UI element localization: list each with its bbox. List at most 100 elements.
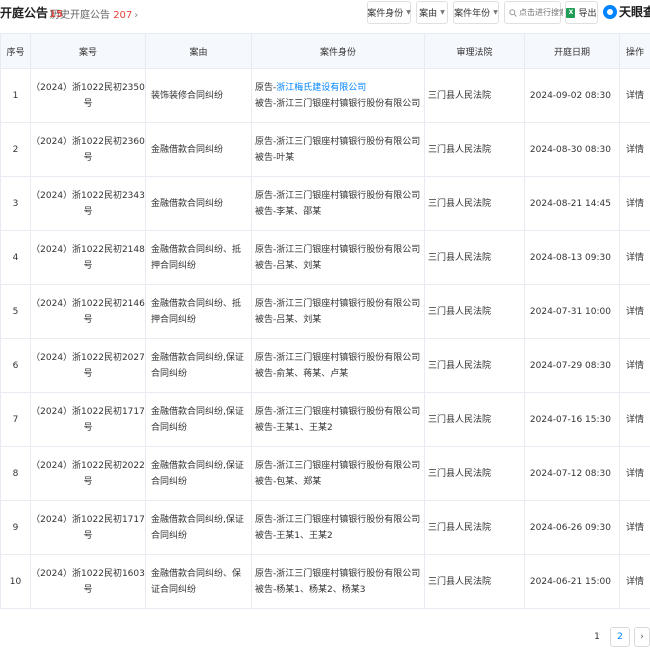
table-row: 4 （2024）浙1022民初2148号 金融借款合同纠纷、抵押合同纠纷 原告-浙江三… — [0, 230, 650, 285]
case-number-link[interactable]: （2024）浙1022民初2022号 — [30, 446, 146, 501]
case-parties: 原告-浙江三门银座村镇银行股份有限公司被告-俞某、蒋某、卢某 — [251, 338, 425, 393]
details-link[interactable]: 详情 — [619, 68, 650, 123]
row-number: 10 — [0, 554, 31, 609]
hearing-date: 2024-08-30 08:30 — [524, 122, 620, 177]
column-header-date: 开庭日期 — [524, 33, 620, 69]
case-reason: 金融借款合同纠纷,保证合同纠纷 — [145, 500, 252, 555]
page-1-button[interactable]: 1 — [588, 627, 606, 647]
hearing-date: 2024-07-29 08:30 — [524, 338, 620, 393]
row-number: 7 — [0, 392, 31, 447]
case-reason: 金融借款合同纠纷、保证合同纠纷 — [145, 554, 252, 609]
row-number: 2 — [0, 122, 31, 177]
details-link[interactable]: 详情 — [619, 122, 650, 177]
defendant-line: 被告-王某1、王某2 — [255, 530, 333, 541]
export-button[interactable]: X 导出 — [565, 1, 598, 24]
plaintiff-prefix: 原告- — [255, 460, 277, 471]
plaintiff-name: 浙江三门银座村镇银行股份有限公司 — [276, 568, 421, 579]
plaintiff-name[interactable]: 浙江梅氏建设有限公司 — [276, 83, 366, 93]
court-name: 三门县人民法院 — [424, 176, 525, 231]
history-count: 207 — [113, 10, 133, 21]
plaintiff-line: 原告-浙江三门银座村镇银行股份有限公司 — [255, 512, 424, 528]
table-body: 1 （2024）浙1022民初2350号 装饰装修合同纠纷 原告-浙江梅氏建设有限公司… — [0, 68, 650, 609]
case-number-link[interactable]: （2024）浙1022民初2350号 — [30, 68, 146, 123]
row-number: 8 — [0, 446, 31, 501]
plaintiff-line: 原告-浙江三门银座村镇银行股份有限公司 — [255, 404, 424, 420]
identity-filter-dropdown[interactable]: 案件身份 ▼ — [367, 1, 411, 24]
defendant-line: 被告-包某、郑某 — [255, 476, 322, 487]
table-row: 3 （2024）浙1022民初2343号 金融借款合同纠纷 原告-浙江三门银座村镇银行… — [0, 176, 650, 231]
plaintiff-prefix: 原告- — [255, 136, 277, 147]
case-parties: 原告-浙江三门银座村镇银行股份有限公司被告-杨某1、杨某2、杨某3 — [251, 554, 425, 609]
case-parties: 原告-浙江三门银座村镇银行股份有限公司 被告-吕某、刘某 — [251, 284, 425, 339]
plaintiff-prefix: 原告- — [255, 568, 277, 579]
page-2-button[interactable]: 2 — [610, 627, 630, 647]
defendant-line: 被告-李某、邵某 — [255, 206, 322, 217]
plaintiff-name: 浙江三门银座村镇银行股份有限公司 — [276, 298, 421, 309]
plaintiff-name: 浙江三门银座村镇银行股份有限公司 — [276, 190, 421, 201]
plaintiff-name: 浙江三门银座村镇银行股份有限公司 — [276, 406, 421, 417]
column-header-action: 操作 — [619, 33, 650, 69]
row-number: 3 — [0, 176, 31, 231]
details-link[interactable]: 详情 — [619, 392, 650, 447]
plaintiff-name: 浙江三门银座村镇银行股份有限公司 — [276, 244, 421, 255]
court-name: 三门县人民法院 — [424, 230, 525, 285]
search-input[interactable] — [519, 8, 563, 17]
case-number-link[interactable]: （2024）浙1022民初2146号 — [30, 284, 146, 339]
plaintiff-line: 原告-浙江三门银座村镇银行股份有限公司 — [255, 566, 424, 582]
case-reason: 装饰装修合同纠纷 — [145, 68, 252, 123]
details-link[interactable]: 详情 — [619, 284, 650, 339]
column-header-identity: 案件身份 — [251, 33, 425, 69]
search-box[interactable] — [504, 1, 563, 24]
case-reason: 金融借款合同纠纷、抵押合同纠纷 — [145, 230, 252, 285]
column-header-reason: 案由 — [145, 33, 252, 69]
case-reason: 金融借款合同纠纷,保证合同纠纷 — [145, 338, 252, 393]
details-link[interactable]: 详情 — [619, 446, 650, 501]
reason-filter-dropdown[interactable]: 案由 ▼ — [416, 1, 448, 24]
details-link[interactable]: 详情 — [619, 176, 650, 231]
table-row: 9 （2024）浙1022民初1717号 金融借款合同纠纷,保证合同纠纷 原告-浙江三… — [0, 500, 650, 555]
plaintiff-line: 原告-浙江三门银座村镇银行股份有限公司 — [255, 242, 424, 258]
year-filter-dropdown[interactable]: 案件年份 ▼ — [453, 1, 499, 24]
case-reason: 金融借款合同纠纷、抵押合同纠纷 — [145, 284, 252, 339]
caret-down-icon: ▼ — [440, 9, 445, 16]
case-number-link[interactable]: （2024）浙1022民初2343号 — [30, 176, 146, 231]
case-number-link[interactable]: （2024）浙1022民初2027号 — [30, 338, 146, 393]
details-link[interactable]: 详情 — [619, 230, 650, 285]
column-header-no: 序号 — [0, 33, 31, 69]
case-number-link[interactable]: （2024）浙1022民初1717号 — [30, 392, 146, 447]
defendant-line: 被告-俞某、蒋某、卢某 — [255, 368, 349, 379]
case-parties: 原告-浙江三门银座村镇银行股份有限公司被告-包某、郑某 — [251, 446, 425, 501]
court-name: 三门县人民法院 — [424, 68, 525, 123]
defendant-line: 被告-杨某1、杨某2、杨某3 — [255, 584, 366, 595]
case-parties: 原告-浙江三门银座村镇银行股份有限公司被告-李某、邵某 — [251, 176, 425, 231]
row-number: 6 — [0, 338, 31, 393]
plaintiff-line: 原告-浙江三门银座村镇银行股份有限公司 — [255, 296, 424, 312]
hearing-date: 2024-08-21 14:45 — [524, 176, 620, 231]
details-link[interactable]: 详情 — [619, 500, 650, 555]
plaintiff-prefix: 原告- — [255, 190, 277, 201]
row-number: 5 — [0, 284, 31, 339]
plaintiff-name: 浙江三门银座村镇银行股份有限公司 — [276, 460, 421, 471]
plaintiff-line: 原告-浙江三门银座村镇银行股份有限公司 — [255, 350, 424, 366]
next-page-icon[interactable]: › — [634, 627, 650, 647]
court-name: 三门县人民法院 — [424, 554, 525, 609]
hearing-date: 2024-06-21 15:00 — [524, 554, 620, 609]
case-number-link[interactable]: （2024）浙1022民初1603号 — [30, 554, 146, 609]
plaintiff-line: 原告-浙江三门银座村镇银行股份有限公司 — [255, 458, 424, 474]
case-reason: 金融借款合同纠纷,保证合同纠纷 — [145, 392, 252, 447]
details-link[interactable]: 详情 — [619, 338, 650, 393]
plaintiff-prefix: 原告- — [255, 244, 277, 255]
logo-icon — [603, 4, 617, 19]
case-parties: 原告-浙江梅氏建设有限公司 被告-浙江三门银座村镇银行股份有限公司 — [251, 68, 425, 123]
case-number-link[interactable]: （2024）浙1022民初2360号 — [30, 122, 146, 177]
court-notice-table: 序号 案号 案由 案件身份 审理法院 开庭日期 操作 1 （2024）浙1022民初2350号… — [0, 33, 650, 609]
case-number-link[interactable]: （2024）浙1022民初2148号 — [30, 230, 146, 285]
hearing-date: 2024-06-26 09:30 — [524, 500, 620, 555]
details-link[interactable]: 详情 — [619, 554, 650, 609]
table-row: 10 （2024）浙1022民初1603号 金融借款合同纠纷、保证合同纠纷 原告-浙江… — [0, 554, 650, 609]
history-link[interactable]: 历史开庭公告 207 › — [50, 6, 138, 21]
tianyancha-logo: 天眼查 — [603, 3, 650, 20]
hearing-date: 2024-08-13 09:30 — [524, 230, 620, 285]
table-row: 8 （2024）浙1022民初2022号 金融借款合同纠纷,保证合同纠纷 原告-浙江三… — [0, 446, 650, 501]
case-number-link[interactable]: （2024）浙1022民初1717号 — [30, 500, 146, 555]
